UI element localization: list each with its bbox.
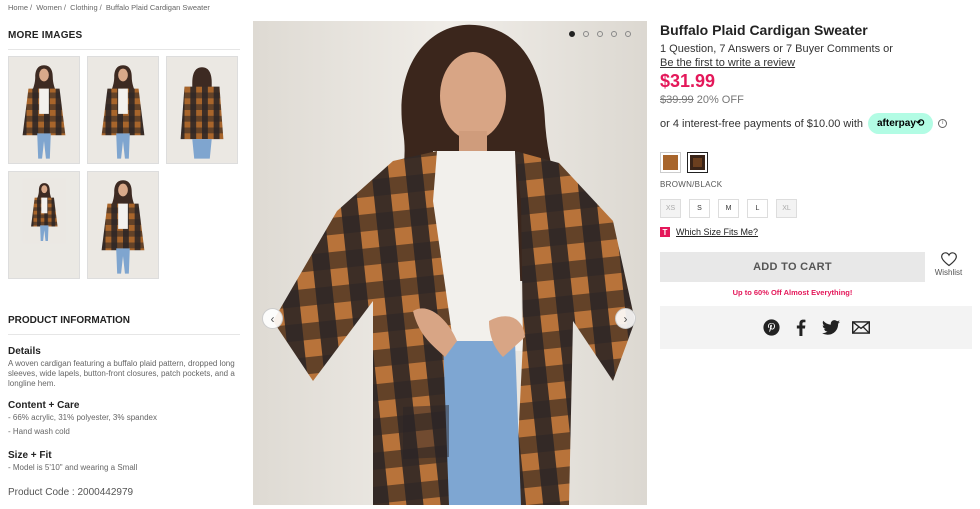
product-code: Product Code : 2000442979 [8, 487, 134, 498]
carousel-dots [569, 31, 631, 37]
details-text: A woven cardigan featuring a buffalo pla… [8, 359, 235, 388]
thumbnail-grid [8, 56, 240, 279]
content-care-title: Content + Care [8, 400, 80, 411]
thumbnail-5[interactable] [87, 171, 159, 279]
carousel-next-button[interactable]: › [615, 308, 636, 329]
carousel-dot-2[interactable] [583, 31, 589, 37]
qa-summary: 1 Question, 7 Answers or 7 Buyer Comment… [660, 43, 893, 55]
add-to-cart-button[interactable]: ADD TO CART [660, 252, 925, 282]
wishlist-label: Wishlist [934, 268, 963, 277]
afterpay-logo[interactable]: afterpay⟲ [868, 113, 934, 134]
size-option-l[interactable]: L [747, 199, 768, 218]
product-detail-panel: Buffalo Plaid Cardigan Sweater 1 Questio… [660, 22, 972, 349]
color-swatch-brown-black[interactable] [687, 152, 708, 173]
breadcrumb-separator: / [99, 3, 102, 12]
product-information: PRODUCT INFORMATION Details A woven card… [8, 315, 240, 498]
model-photo [253, 21, 647, 505]
thumbnail-1[interactable] [8, 56, 80, 164]
which-size-fits-link[interactable]: Which Size Fits Me? [676, 227, 758, 237]
breadcrumb-clothing[interactable]: Clothing [70, 3, 98, 12]
breadcrumb: Home / Women / Clothing / Buffalo Plaid Car… [8, 3, 212, 12]
breadcrumb-current: Buffalo Plaid Cardigan Sweater [105, 3, 210, 12]
content-item: - 66% acrylic, 31% polyester, 3% spandex [8, 413, 157, 422]
truefit-icon: T [660, 227, 670, 237]
afterpay-row: or 4 interest-free payments of $10.00 wi… [660, 113, 972, 134]
main-product-image[interactable]: ‹ › [253, 21, 647, 505]
thumbnail-4[interactable] [8, 171, 80, 279]
thumbnail-2[interactable] [87, 56, 159, 164]
original-price: $39.99 [660, 94, 694, 106]
selected-color-name: BROWN/BLACK [660, 180, 723, 189]
heart-icon [940, 252, 957, 267]
afterpay-text: or 4 interest-free payments of $10.00 wi… [660, 117, 863, 130]
carousel-dot-3[interactable] [597, 31, 603, 37]
content-care-list: - 66% acrylic, 31% polyester, 3% spandex… [8, 411, 240, 439]
size-fit-item: - Model is 5'10" and wearing a Small [8, 463, 138, 472]
chevron-right-icon: › [623, 311, 628, 326]
breadcrumb-separator: / [63, 3, 67, 12]
pinterest-icon[interactable] [762, 319, 780, 337]
breadcrumb-separator: / [30, 3, 33, 12]
carousel-dot-4[interactable] [611, 31, 617, 37]
social-share-bar [660, 306, 972, 349]
sale-price: $31.99 [660, 71, 716, 91]
size-fit-row: T Which Size Fits Me? [660, 227, 972, 237]
info-icon[interactable]: i [938, 119, 948, 128]
promo-banner[interactable]: Up to 60% Off Almost Everything! [660, 288, 925, 297]
twitter-icon[interactable] [822, 319, 840, 337]
more-images-title: MORE IMAGES [8, 30, 240, 50]
carousel-dot-5[interactable] [625, 31, 631, 37]
email-icon[interactable] [852, 319, 870, 337]
product-title: Buffalo Plaid Cardigan Sweater [660, 22, 868, 38]
thumbnail-3[interactable] [166, 56, 238, 164]
content-item: - Hand wash cold [8, 427, 70, 436]
more-images-panel: MORE IMAGES [8, 22, 240, 279]
details-title: Details [8, 346, 41, 357]
size-fit-list: - Model is 5'10" and wearing a Small [8, 461, 240, 475]
color-swatch-brown[interactable] [660, 152, 681, 173]
facebook-icon[interactable] [792, 319, 810, 337]
carousel-dot-1[interactable] [569, 31, 575, 37]
breadcrumb-home[interactable]: Home [8, 3, 28, 12]
size-fit-title: Size + Fit [8, 450, 52, 461]
size-option-s[interactable]: S [689, 199, 710, 218]
chevron-left-icon: ‹ [270, 311, 275, 326]
wishlist-button[interactable]: Wishlist [925, 252, 972, 282]
original-price-row: $39.99 20% OFF [660, 94, 972, 106]
discount-label: 20% OFF [696, 94, 744, 106]
breadcrumb-women[interactable]: Women [36, 3, 62, 12]
color-swatches [660, 152, 972, 173]
product-information-header: PRODUCT INFORMATION [8, 315, 240, 335]
carousel-prev-button[interactable]: ‹ [262, 308, 283, 329]
cart-row: ADD TO CART Wishlist [660, 252, 972, 282]
size-option-xs[interactable]: XS [660, 199, 681, 218]
write-review-link[interactable]: Be the first to write a review [660, 57, 972, 69]
size-option-m[interactable]: M [718, 199, 739, 218]
size-option-xl[interactable]: XL [776, 199, 797, 218]
size-selector: XS S M L XL [660, 199, 972, 218]
